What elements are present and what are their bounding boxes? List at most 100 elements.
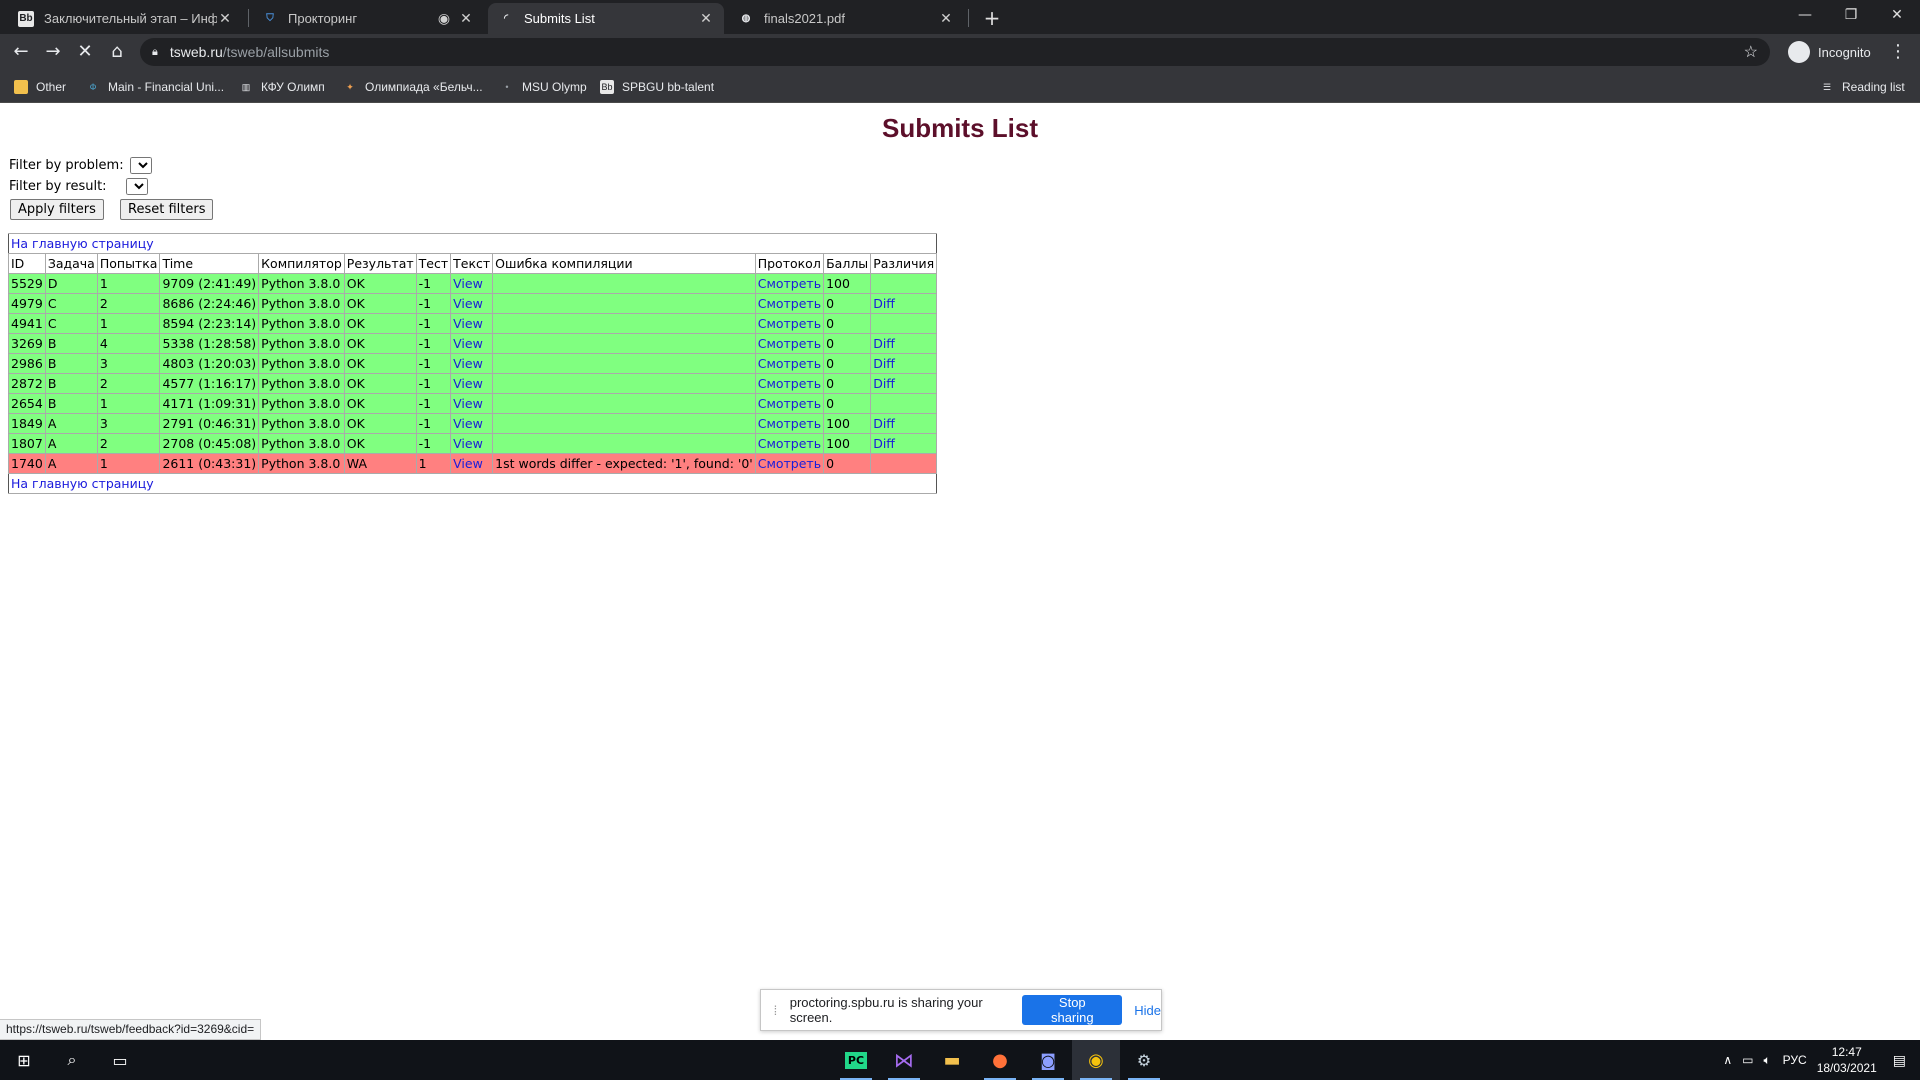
reset-filters-button[interactable]: Reset filters bbox=[120, 199, 214, 220]
view-source-link[interactable]: View bbox=[453, 456, 483, 471]
cell-result: OK bbox=[343, 333, 417, 354]
home-link[interactable]: На главную страницу bbox=[11, 476, 154, 491]
diff-link[interactable]: Diff bbox=[873, 336, 895, 351]
volume-icon[interactable]: 🔈︎ bbox=[1763, 1053, 1770, 1068]
task-view-icon[interactable]: ▭ bbox=[96, 1040, 144, 1080]
new-tab-button[interactable]: + bbox=[978, 6, 1006, 30]
cell-id: 2986 bbox=[8, 353, 46, 374]
drag-handle-icon[interactable]: ⁞ bbox=[767, 1003, 784, 1018]
input-language[interactable]: РУС bbox=[1783, 1053, 1807, 1067]
cell-id: 4941 bbox=[8, 313, 46, 334]
protocol-link[interactable]: Смотреть bbox=[758, 436, 821, 451]
cell-compiler: Python 3.8.0 bbox=[258, 393, 345, 414]
view-source-link[interactable]: View bbox=[453, 416, 483, 431]
view-source-link[interactable]: View bbox=[453, 336, 483, 351]
hide-share-bar-button[interactable]: Hide bbox=[1134, 1003, 1161, 1018]
cell-test: -1 bbox=[415, 433, 452, 454]
tab-finals-pdf[interactable]: ◍ finals2021.pdf ✕ bbox=[728, 3, 964, 34]
reading-list-button[interactable]: ☰ Reading list bbox=[1820, 77, 1905, 97]
view-source-link[interactable]: View bbox=[453, 276, 483, 291]
windows-start-icon[interactable]: ⊞ bbox=[0, 1040, 48, 1080]
search-icon[interactable]: ⌕ bbox=[48, 1040, 96, 1080]
visual-studio-icon[interactable]: ⋈ bbox=[880, 1040, 928, 1080]
bookmark-msu-olymp[interactable]: • MSU Olymp bbox=[500, 77, 586, 97]
diff-link[interactable]: Diff bbox=[873, 296, 895, 311]
tab-informatics[interactable]: Bb Заключительный этап – Инфор ✕ bbox=[8, 3, 243, 34]
browser-menu-icon[interactable]: ⋮ bbox=[1888, 39, 1908, 65]
table-row: 5529 D 1 9709 (2:41:49) Python 3.8.0 OK -1 View… bbox=[8, 273, 938, 294]
home-icon[interactable]: ⌂ bbox=[104, 39, 130, 65]
protocol-link[interactable]: Смотреть bbox=[758, 376, 821, 391]
minimize-icon[interactable]: — bbox=[1782, 0, 1828, 30]
protocol-link[interactable]: Смотреть bbox=[758, 416, 821, 431]
reading-list-label: Reading list bbox=[1842, 80, 1905, 94]
close-tab-icon[interactable]: ✕ bbox=[458, 10, 474, 27]
view-source-link[interactable]: View bbox=[453, 356, 483, 371]
bookmark-financial-uni[interactable]: Ф Main - Financial Uni... bbox=[86, 77, 224, 97]
protocol-link[interactable]: Смотреть bbox=[758, 276, 821, 291]
cell-attempt: 1 bbox=[96, 313, 161, 334]
tab-submits-list[interactable]: ◜ Submits List ✕ bbox=[488, 3, 724, 34]
cell-attempt: 1 bbox=[96, 273, 161, 294]
cell-result: OK bbox=[343, 353, 417, 374]
protocol-link[interactable]: Смотреть bbox=[758, 356, 821, 371]
view-source-link[interactable]: View bbox=[453, 316, 483, 331]
view-source-link[interactable]: View bbox=[453, 296, 483, 311]
view-source-link[interactable]: View bbox=[453, 396, 483, 411]
diff-link[interactable]: Diff bbox=[873, 356, 895, 371]
incognito-icon bbox=[1788, 41, 1810, 63]
cell-error bbox=[492, 273, 756, 294]
diff-link[interactable]: Diff bbox=[873, 416, 895, 431]
steam-icon[interactable]: ⚙ bbox=[1120, 1040, 1168, 1080]
cell-result: OK bbox=[343, 433, 417, 454]
tray-overflow-icon[interactable]: ∧ bbox=[1723, 1053, 1732, 1067]
cell-attempt: 1 bbox=[96, 393, 161, 414]
home-link[interactable]: На главную страницу bbox=[11, 236, 154, 251]
apply-filters-button[interactable]: Apply filters bbox=[10, 199, 104, 220]
protocol-link[interactable]: Смотреть bbox=[758, 336, 821, 351]
discord-icon[interactable]: ◙ bbox=[1024, 1040, 1072, 1080]
back-arrow-icon[interactable]: ← bbox=[8, 39, 34, 65]
incognito-profile-button[interactable]: Incognito bbox=[1788, 39, 1871, 65]
forward-arrow-icon[interactable]: → bbox=[40, 39, 66, 65]
close-tab-icon[interactable]: ✕ bbox=[938, 10, 954, 27]
filter-problem-select[interactable] bbox=[129, 157, 152, 174]
stop-loading-icon[interactable]: ✕ bbox=[72, 39, 98, 65]
taskbar: ⊞ ⌕ ▭ PC ⋈ ▬ ● ◙ ◉ ⚙ ∧ ▭ 🔈︎ РУС 12:47 18… bbox=[0, 1040, 1920, 1080]
view-source-link[interactable]: View bbox=[453, 436, 483, 451]
close-tab-icon[interactable]: ✕ bbox=[698, 10, 714, 27]
file-explorer-icon[interactable]: ▬ bbox=[928, 1040, 976, 1080]
bookmark-belch-olymp[interactable]: ✦ Олимпиада «Бельч... bbox=[343, 77, 482, 97]
protocol-link[interactable]: Смотреть bbox=[758, 296, 821, 311]
network-icon[interactable]: ▭ bbox=[1742, 1053, 1753, 1067]
cell-protocol: Смотреть bbox=[754, 393, 825, 414]
protocol-link[interactable]: Смотреть bbox=[758, 396, 821, 411]
filter-result-select[interactable] bbox=[125, 178, 148, 195]
cell-points: 0 bbox=[823, 293, 872, 314]
bookmark-spbgu-talent[interactable]: Bb SPBGU bb-talent bbox=[600, 77, 714, 97]
protocol-link[interactable]: Смотреть bbox=[758, 456, 821, 471]
cell-protocol: Смотреть bbox=[754, 353, 825, 374]
protocol-link[interactable]: Смотреть bbox=[758, 316, 821, 331]
diff-link[interactable]: Diff bbox=[873, 436, 895, 451]
chrome-icon[interactable]: ◉ bbox=[1072, 1040, 1120, 1080]
page-title: Submits List bbox=[881, 113, 1038, 143]
lock-icon[interactable]: 🔒︎ bbox=[152, 46, 158, 59]
view-source-link[interactable]: View bbox=[453, 376, 483, 391]
bookmark-star-icon[interactable]: ☆ bbox=[1744, 42, 1758, 62]
restore-icon[interactable]: ❐ bbox=[1828, 0, 1874, 30]
column-header: Результат bbox=[343, 253, 417, 274]
firefox-icon[interactable]: ● bbox=[976, 1040, 1024, 1080]
pycharm-icon[interactable]: PC bbox=[832, 1040, 880, 1080]
bookmark-kfu-olymp[interactable]: ▥ КФУ Олимп bbox=[239, 77, 325, 97]
system-clock[interactable]: 12:47 18/03/2021 bbox=[1817, 1044, 1877, 1076]
address-bar[interactable]: 🔒︎ tsweb.ru/tsweb/allsubmits ☆ bbox=[140, 38, 1770, 66]
bookmark-folder-other[interactable]: Other bbox=[14, 77, 66, 97]
share-message: proctoring.spbu.ru is sharing your scree… bbox=[789, 995, 983, 1025]
diff-link[interactable]: Diff bbox=[873, 376, 895, 391]
tab-proctoring[interactable]: ⛉ Прокторинг ◉ ✕ bbox=[252, 3, 484, 34]
close-tab-icon[interactable]: ✕ bbox=[217, 10, 233, 27]
notifications-icon[interactable]: ▤ bbox=[1893, 1052, 1906, 1069]
close-window-icon[interactable]: ✕ bbox=[1874, 0, 1920, 30]
stop-sharing-button[interactable]: Stop sharing bbox=[1022, 995, 1123, 1025]
